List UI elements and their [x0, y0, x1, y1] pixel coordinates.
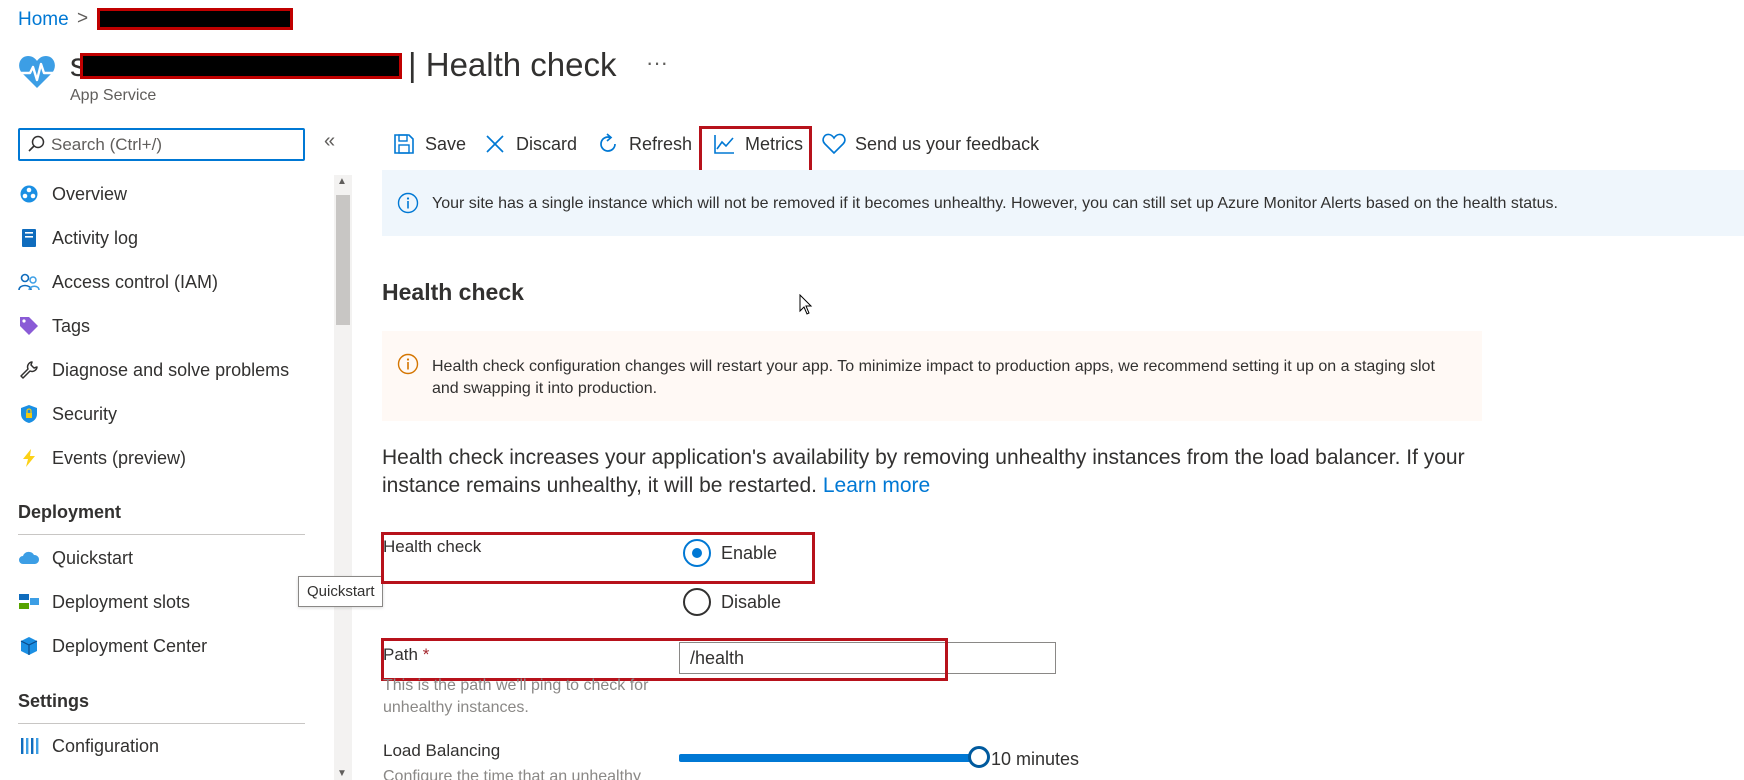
sidebar-item-access-control[interactable]: Access control (IAM): [18, 266, 218, 298]
more-options-button[interactable]: ···: [646, 50, 668, 76]
wrench-icon: [18, 359, 40, 381]
feedback-button[interactable]: Send us your feedback: [822, 132, 1039, 156]
sidebar-heading-settings: Settings: [18, 691, 90, 711]
breadcrumb-separator: >: [77, 8, 89, 29]
sidebar-item-label: Deployment Center: [52, 635, 208, 656]
search-icon: [27, 135, 45, 158]
sidebar-item-configuration[interactable]: Configuration: [18, 730, 159, 762]
path-help-text: This is the path we'll ping to check for…: [383, 677, 649, 716]
scroll-down-arrow-icon[interactable]: ▼: [337, 768, 347, 779]
collapse-sidebar-button[interactable]: «: [324, 130, 335, 153]
sidebar-item-deployment-slots[interactable]: Deployment slots: [18, 586, 190, 618]
sidebar-item-activity-log[interactable]: Activity log: [18, 222, 138, 254]
disable-radio[interactable]: Disable: [683, 588, 781, 616]
sidebar-scrollbar-thumb[interactable]: [336, 195, 350, 325]
info-banner-text: Your site has a single instance which wi…: [432, 195, 1558, 212]
learn-more-link[interactable]: Learn more: [823, 474, 930, 497]
sidebar-item-label: Activity log: [52, 227, 139, 248]
feedback-label: Send us your feedback: [855, 133, 1040, 154]
resource-type-subtitle: App Service: [70, 87, 157, 104]
sidebar-item-security[interactable]: Security: [18, 398, 117, 430]
discard-button[interactable]: Discard: [483, 132, 577, 156]
sidebar-heading-deployment: Deployment: [18, 502, 122, 522]
health-check-highlight-box: [381, 532, 815, 584]
info-icon: [397, 192, 419, 219]
refresh-icon: [596, 132, 620, 156]
save-icon: [392, 132, 416, 156]
sidebar-item-label: Diagnose and solve problems: [52, 359, 290, 380]
section-heading: Health check: [382, 279, 524, 305]
sidebar-item-label: Events (preview): [52, 447, 187, 468]
description: Health check increases your application'…: [382, 444, 1492, 500]
cloud-icon: [18, 547, 40, 569]
sidebar-item-label: Overview: [52, 183, 128, 204]
save-label: Save: [425, 133, 467, 154]
sidebar-item-overview[interactable]: Overview: [18, 178, 127, 210]
sidebar-item-label: Deployment slots: [52, 591, 191, 612]
sidebar-item-label: Tags: [52, 315, 91, 336]
redacted-resource-breadcrumb: [97, 8, 293, 30]
sidebar-divider: [18, 534, 305, 535]
cube-icon: [18, 635, 40, 657]
lightning-icon: [18, 447, 40, 469]
sidebar-item-label: Quickstart: [52, 547, 134, 568]
slots-icon: [18, 591, 40, 613]
refresh-button[interactable]: Refresh: [596, 132, 692, 156]
sidebar-item-tags[interactable]: Tags: [18, 310, 90, 342]
sidebar-item-label: Configuration: [52, 735, 160, 756]
shield-icon: [18, 403, 40, 425]
sidebar-divider: [18, 723, 305, 724]
disable-label: Disable: [721, 591, 782, 612]
load-balancing-label: Load Balancing: [383, 741, 501, 760]
sidebar-item-diagnose[interactable]: Diagnose and solve problems: [18, 354, 289, 386]
load-balancing-slider[interactable]: [679, 754, 979, 762]
sidebar-item-label: Security: [52, 403, 118, 424]
mouse-cursor-icon: [799, 293, 813, 321]
health-heart-icon: [18, 54, 56, 95]
tooltip: Quickstart: [298, 576, 383, 607]
sidebar-item-events[interactable]: Events (preview): [18, 442, 186, 474]
scroll-up-arrow-icon[interactable]: ▲: [337, 176, 347, 187]
slider-thumb[interactable]: [968, 746, 990, 768]
people-icon: [18, 271, 40, 293]
radio-unselected-icon: [683, 588, 711, 616]
refresh-label: Refresh: [629, 133, 693, 154]
search-placeholder: Search (Ctrl+/): [51, 135, 162, 154]
heart-icon: [822, 132, 846, 156]
tag-icon: [18, 315, 40, 337]
sidebar-item-label: Access control (IAM): [52, 271, 219, 292]
redacted-resource-name: [80, 53, 402, 79]
warning-info-icon: [397, 353, 419, 380]
sidebar-item-quickstart[interactable]: Quickstart: [18, 542, 133, 574]
breadcrumb-home-link[interactable]: Home: [18, 9, 69, 31]
bars-icon: [18, 735, 40, 757]
close-icon: [483, 132, 507, 156]
load-balancing-value: 10 minutes: [991, 749, 1080, 769]
page-title: | Health check: [408, 46, 617, 83]
warning-banner-text: Health check configuration changes will …: [432, 358, 1435, 397]
activity-log-icon: [18, 227, 40, 249]
load-balancing-help-text: Configure the time that an unhealthy: [383, 768, 641, 780]
sidebar-item-deployment-center[interactable]: Deployment Center: [18, 630, 207, 662]
discard-label: Discard: [516, 133, 578, 154]
save-button[interactable]: Save: [392, 132, 466, 156]
overview-icon: [18, 183, 40, 205]
